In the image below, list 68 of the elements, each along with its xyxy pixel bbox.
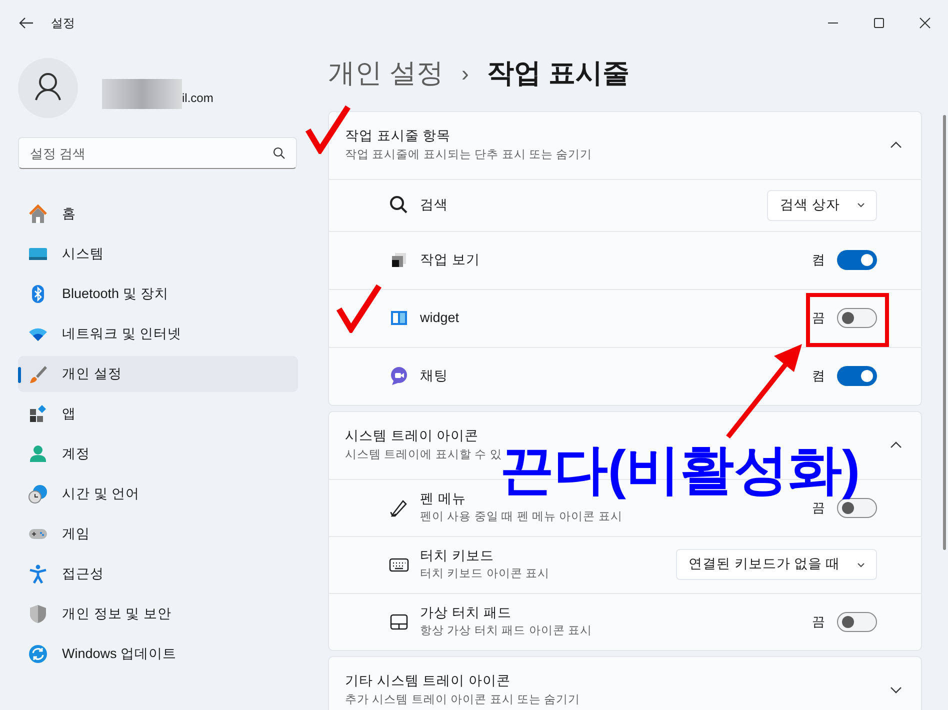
toggle-state-label: 끔: [812, 500, 825, 517]
sidebar-item[interactable]: Bluetooth 및 장치: [18, 276, 298, 312]
sidebar-item[interactable]: 개인 정보 및 보안: [18, 596, 298, 632]
setting-label: 펜 메뉴: [420, 490, 467, 508]
breadcrumb-parent[interactable]: 개인 설정: [328, 53, 444, 94]
shield-icon: [28, 604, 48, 624]
scrollbar-thumb[interactable]: [943, 115, 946, 550]
setting-label: 가상 터치 패드: [420, 604, 513, 622]
toggle-switch[interactable]: [837, 612, 877, 632]
search-field[interactable]: 설정 검색: [18, 137, 297, 169]
window-title: 설정: [51, 14, 75, 32]
apps-icon: [28, 404, 48, 424]
section-subtitle: 시스템 트레이에 표시할 수 있: [345, 448, 503, 462]
sidebar-item[interactable]: Windows 업데이트: [18, 636, 298, 672]
setting-label: 터치 키보드: [420, 546, 495, 565]
avatar-icon[interactable]: [18, 58, 78, 118]
setting-label: 작업 보기: [420, 250, 481, 269]
setting-label: widget: [420, 308, 460, 327]
sidebar-item[interactable]: 시간 및 언어: [18, 476, 298, 512]
sync-icon: [28, 644, 48, 664]
account-email: il.com: [182, 90, 214, 107]
pen-icon: [389, 498, 409, 518]
home-icon: [28, 204, 48, 224]
accessibility-icon: [28, 564, 48, 584]
section-title: 기타 시스템 트레이 아이콘: [345, 672, 512, 690]
selection-indicator: [18, 367, 21, 383]
sidebar-item[interactable]: 개인 설정: [18, 356, 298, 392]
back-arrow-icon[interactable]: [19, 16, 33, 28]
section-title: 시스템 트레이 아이콘: [345, 427, 480, 446]
setting-description: 터치 키보드 아이콘 표시: [420, 567, 551, 582]
sidebar-item[interactable]: 시스템: [18, 236, 298, 272]
toggle-switch[interactable]: [837, 498, 877, 518]
toggle-state-label: 켬: [812, 367, 825, 386]
toggle-switch[interactable]: [837, 366, 877, 386]
sidebar-item[interactable]: 게임: [18, 516, 298, 552]
search-icon: [389, 195, 409, 215]
sidebar-item[interactable]: 홈: [18, 196, 298, 232]
globe-clock-icon: [28, 484, 48, 504]
setting-label: 채팅: [420, 366, 449, 385]
toggle-switch[interactable]: [837, 250, 877, 270]
breadcrumb-separator: ›: [462, 60, 469, 88]
page-title: 작업 표시줄: [486, 57, 630, 90]
task-view-icon: [389, 250, 409, 270]
toggle-state-label: 끔: [812, 612, 825, 631]
search-icon: [273, 147, 285, 159]
touchpad-icon: [389, 612, 409, 632]
setting-description: 펜이 사용 중일 때 펜 메뉴 아이콘 표시: [420, 510, 624, 525]
brush-icon: [28, 364, 48, 384]
dropdown[interactable]: 연결된 키보드가 없을 때: [676, 549, 877, 580]
person-icon: [28, 444, 48, 464]
toggle-state-label: 켬: [812, 251, 825, 270]
toggle-switch[interactable]: [837, 308, 877, 328]
annotation-checkmark: [336, 283, 382, 333]
setting-description: 항상 가상 터치 패드 아이콘 표시: [420, 624, 593, 639]
sidebar-item[interactable]: 앱: [18, 396, 298, 432]
setting-label: 검색: [420, 196, 449, 214]
sidebar-item[interactable]: 네트워크 및 인터넷: [18, 316, 298, 352]
sidebar-item[interactable]: 계정: [18, 436, 298, 472]
annotation-label: 끈다(비활성화): [500, 441, 860, 499]
widget-icon: [389, 308, 409, 328]
section-subtitle: 작업 표시줄에 표시되는 단추 표시 또는 숨기기: [345, 148, 594, 162]
sidebar-item[interactable]: 접근성: [18, 556, 298, 592]
dropdown[interactable]: 검색 상자: [767, 190, 877, 220]
toggle-state-label: 끔: [812, 309, 825, 328]
chat-icon: [389, 366, 409, 386]
section-title: 작업 표시줄 항목: [345, 127, 452, 146]
chevron-down-icon: [856, 200, 866, 210]
section-subtitle: 추가 시스템 트레이 아이콘 표시 또는 숨기기: [345, 692, 582, 708]
